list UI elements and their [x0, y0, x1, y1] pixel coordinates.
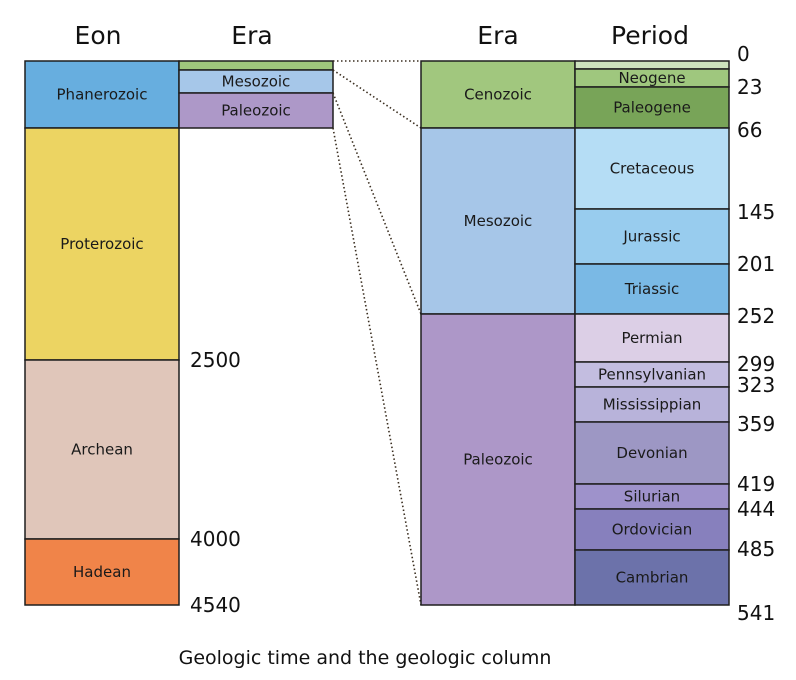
period-age-label: 0 [737, 42, 750, 66]
period-age-labels: 02366145201252299323359419444485541 [737, 42, 775, 625]
period-column: Neogene Paleogene Cretaceous Jurassic Triass… [574, 60, 730, 606]
era-mesozoic-label: Mesozoic [464, 212, 533, 230]
era-cenozoic-label: Cenozoic [464, 86, 532, 104]
era-overview-unlabeled-block [178, 60, 334, 71]
period-age-label: 323 [737, 373, 775, 397]
period-age-label: 252 [737, 304, 775, 328]
eon-age-label: 4000 [190, 527, 241, 551]
figure-caption: Geologic time and the geologic column [179, 647, 552, 669]
header-eon: Eon [75, 21, 122, 50]
period-cretaceous-label: Cretaceous [610, 160, 695, 178]
era-overview-mesozoic-label: Mesozoic [222, 73, 291, 91]
eon-column: Phanerozoic Proterozoic Archean Hadean [24, 60, 180, 606]
zoom-connector-lines [332, 60, 422, 606]
connector-line [332, 69, 422, 129]
eon-proterozoic-label: Proterozoic [60, 235, 143, 253]
eon-age-labels: 2500 4000 4540 [190, 348, 241, 617]
eon-hadean-label: Hadean [73, 563, 131, 581]
eon-archean-label: Archean [71, 441, 133, 459]
period-permian-label: Permian [621, 329, 682, 347]
period-age-label: 419 [737, 472, 775, 496]
era-overview-paleozoic-label: Paleozoic [221, 102, 291, 120]
period-jurassic-label: Jurassic [622, 228, 680, 246]
period-cambrian-label: Cambrian [616, 569, 689, 587]
period-pennsylvanian-label: Pennsylvanian [598, 366, 706, 384]
header-era-left: Era [231, 21, 272, 50]
era-paleozoic-label: Paleozoic [463, 451, 533, 469]
period-paleogene-label: Paleogene [613, 99, 691, 117]
period-age-label: 359 [737, 412, 775, 436]
period-unlabeled-block [574, 60, 730, 70]
period-mississippian-label: Mississippian [603, 396, 702, 414]
period-triassic-label: Triassic [624, 280, 680, 298]
period-age-label: 201 [737, 252, 775, 276]
period-devonian-label: Devonian [616, 444, 687, 462]
period-age-label: 485 [737, 537, 775, 561]
period-ordovician-label: Ordovician [612, 521, 693, 539]
era-column: Cenozoic Mesozoic Paleozoic [420, 60, 576, 606]
header-era-right: Era [477, 21, 518, 50]
eon-age-label: 2500 [190, 348, 241, 372]
eon-phanerozoic-label: Phanerozoic [57, 86, 148, 104]
period-age-label: 145 [737, 200, 775, 224]
period-age-label: 541 [737, 601, 775, 625]
connector-line [332, 127, 422, 606]
header-period: Period [611, 21, 689, 50]
period-age-label: 66 [737, 118, 762, 142]
period-age-label: 23 [737, 75, 762, 99]
period-age-label: 444 [737, 497, 775, 521]
era-overview-column: Mesozoic Paleozoic [178, 60, 334, 129]
period-silurian-label: Silurian [624, 488, 680, 506]
period-neogene-label: Neogene [618, 69, 685, 87]
eon-age-label: 4540 [190, 593, 241, 617]
geologic-column-diagram: Eon Era Era Period Phanerozoic Proterozoi… [24, 21, 775, 669]
